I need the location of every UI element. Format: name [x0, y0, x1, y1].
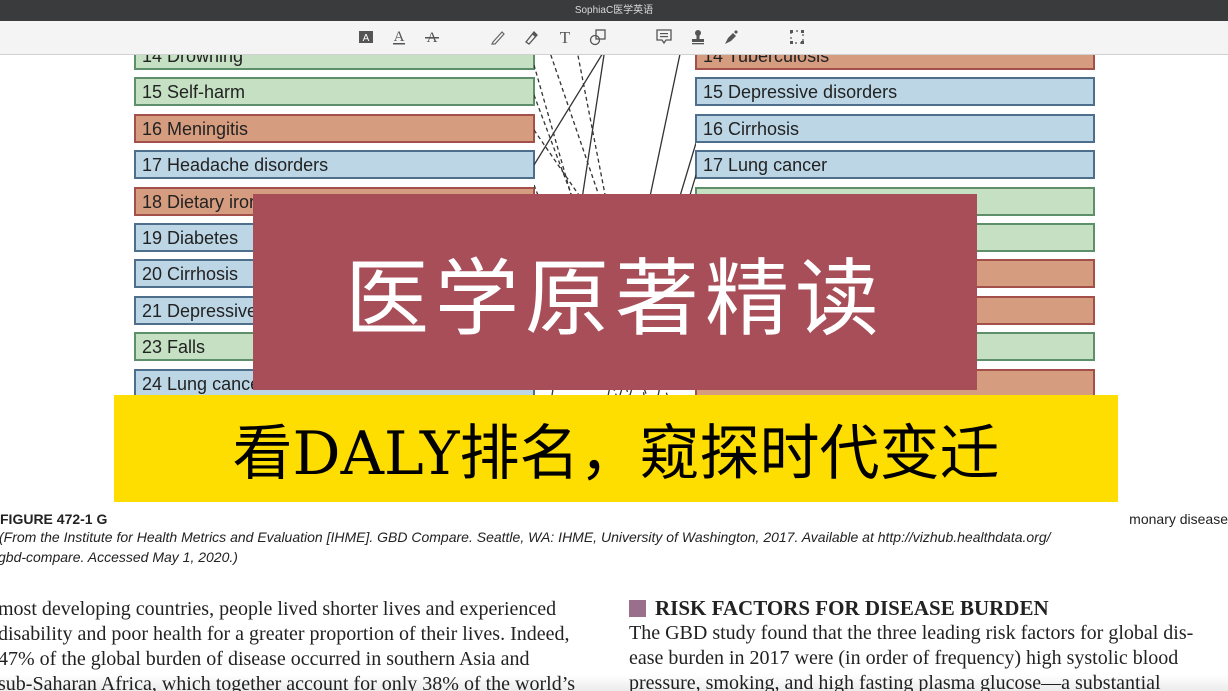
pencil-icon[interactable]	[487, 26, 509, 48]
svg-text:A: A	[394, 29, 405, 45]
annotation-toolbar: A A A T	[0, 21, 1228, 55]
rank-item-label: 16 Cirrhosis	[703, 118, 800, 139]
body-line: The GBD study found that the three leadi…	[629, 622, 1194, 644]
video-subtitle-overlay: 看DALY排名，窥探时代变迁	[114, 395, 1118, 502]
figure-caption-tail: monary disease	[1129, 511, 1228, 527]
eraser-icon[interactable]	[520, 26, 542, 48]
note-icon[interactable]	[653, 26, 675, 48]
body-line: most developing countries, people lived …	[0, 598, 557, 620]
body-line: 47% of the global burden of disease occu…	[0, 648, 530, 670]
rank-item-label: 17 Headache disorders	[142, 155, 329, 176]
left-rank-item: 16 Meningitis	[134, 113, 535, 143]
left-rank-item: 17 Headache disorders	[134, 150, 535, 180]
rank-item-label: 14 Tuberculosis	[703, 55, 830, 66]
right-rank-item: 15 Depressive disorders	[695, 77, 1095, 107]
body-line: disability and poor health for a greater…	[0, 623, 570, 645]
text-markup-icon[interactable]: A	[355, 26, 377, 48]
right-rank-item: 14 Tuberculosis	[695, 55, 1095, 70]
document-page: 14 Drowning 15 Self-harm 16 Meningitis 17 H…	[0, 55, 1228, 691]
right-rank-item: 17 Lung cancer	[695, 150, 1095, 180]
section-heading-text: RISK FACTORS FOR DISEASE BURDEN	[655, 596, 1049, 620]
svg-text:A: A	[363, 33, 370, 44]
rank-item-label: 24 Lung cancer	[142, 373, 267, 394]
left-rank-item: 14 Drowning	[134, 55, 535, 70]
figure-source-line-1: (From the Institute for Health Metrics a…	[0, 529, 1051, 545]
rank-item-label: 23 Falls	[142, 337, 206, 358]
selection-icon[interactable]	[786, 26, 808, 48]
overlay-subtitle: 看DALY排名，窥探时代变迁	[232, 419, 1000, 489]
player-bottom-shade	[0, 675, 1228, 691]
text-tool-icon[interactable]: T	[554, 26, 576, 48]
right-rank-item: 16 Cirrhosis	[695, 113, 1095, 143]
rank-item-label: 17 Lung cancer	[703, 155, 828, 176]
shapes-icon[interactable]	[587, 26, 609, 48]
strikethrough-icon[interactable]: A	[421, 26, 443, 48]
video-title-overlay: 医学原著精读	[253, 194, 977, 390]
svg-text:T: T	[560, 29, 571, 45]
underline-icon[interactable]: A	[388, 26, 410, 48]
overlay-title: 医学原著精读	[344, 249, 885, 348]
figure-caption-label: FIGURE 472-1 G	[0, 511, 108, 527]
rank-item-label: 15 Self-harm	[142, 82, 246, 103]
section-heading: RISK FACTORS FOR DISEASE BURDEN	[629, 596, 1228, 621]
body-line: ease burden in 2017 were (in order of fr…	[629, 647, 1179, 669]
rank-item-label: 16 Meningitis	[142, 118, 249, 139]
signature-pen-icon[interactable]	[720, 26, 742, 48]
figure-source-line-2: gbd-compare. Accessed May 1, 2020.)	[0, 549, 238, 565]
stamp-icon[interactable]	[687, 26, 709, 48]
window-title: SophiaC医学英语	[574, 5, 654, 16]
left-rank-item: 15 Self-harm	[134, 77, 535, 107]
rank-item-label: 20 Cirrhosis	[142, 264, 239, 285]
section-marker-icon	[629, 600, 646, 617]
rank-item-label: 15 Depressive disorders	[703, 82, 898, 103]
rank-item-label: 14 Drowning	[142, 55, 244, 66]
window-title-bar: SophiaC医学英语	[0, 0, 1228, 21]
rank-item-label: 19 Diabetes	[142, 228, 239, 248]
